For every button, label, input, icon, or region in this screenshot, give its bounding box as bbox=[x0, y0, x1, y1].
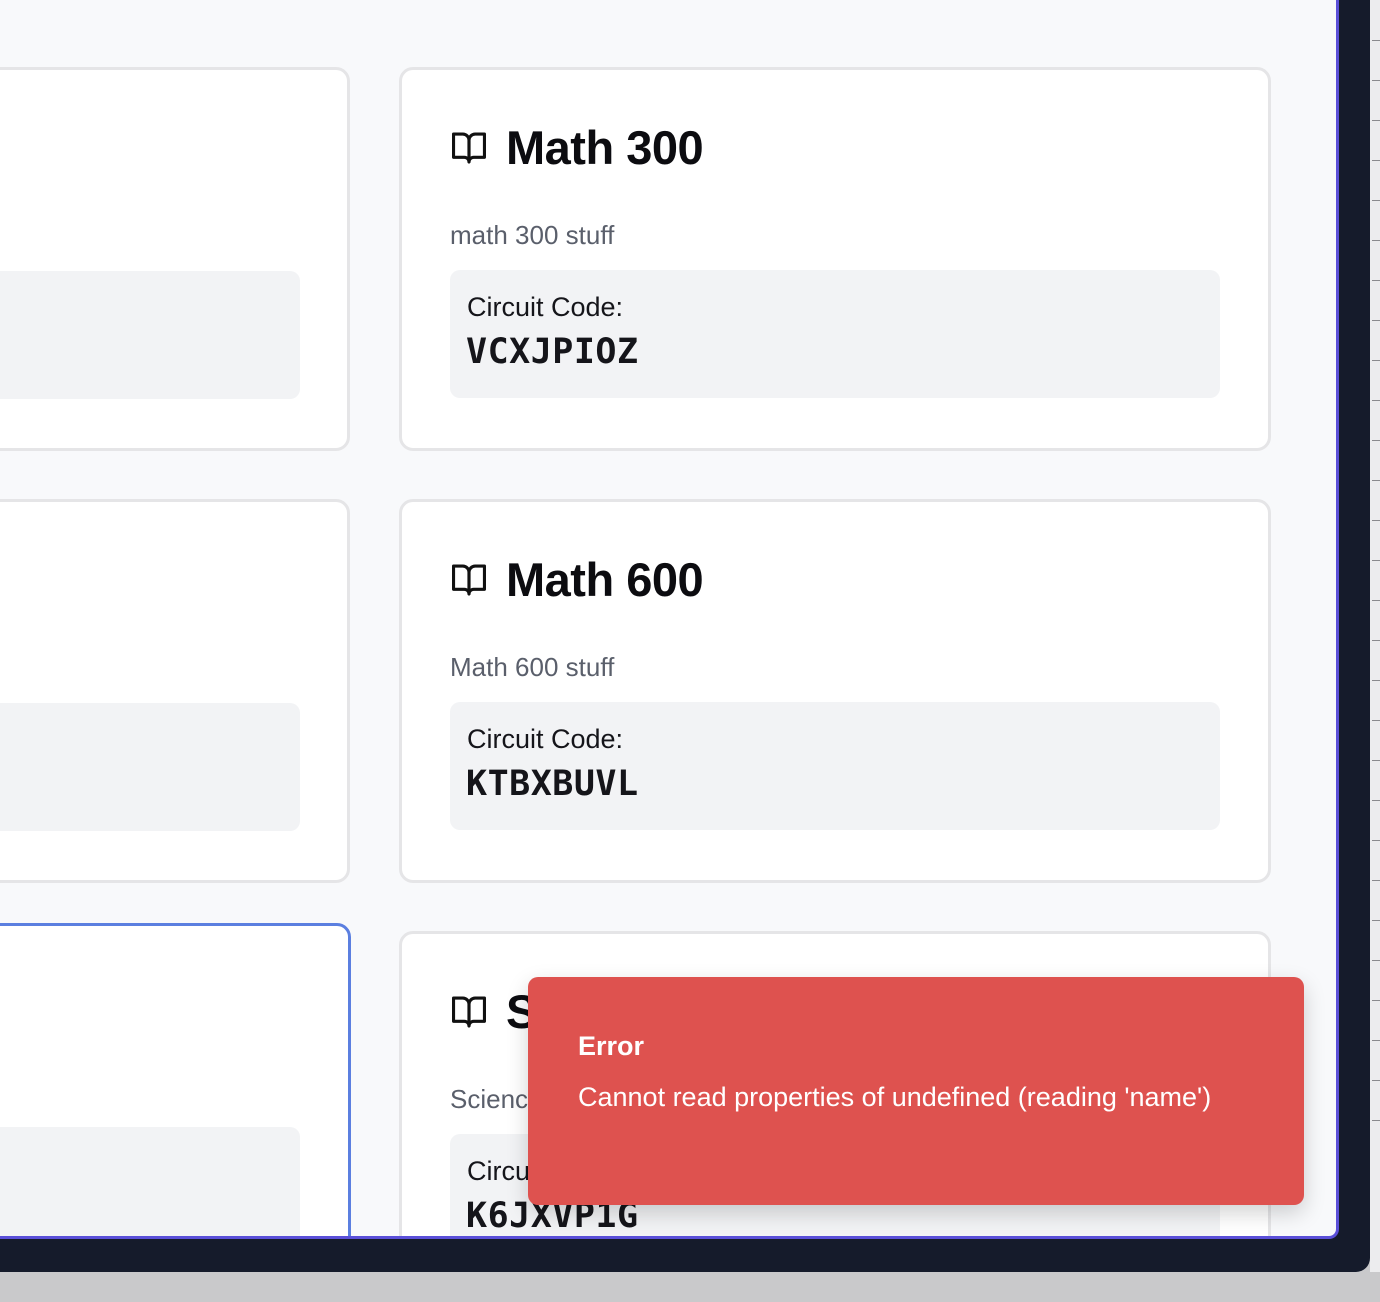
edge-tick bbox=[1372, 760, 1380, 761]
edge-tick bbox=[1372, 960, 1380, 961]
card-header: S bbox=[450, 984, 537, 1039]
course-card-math-300[interactable]: Math 300 math 300 stuff Circuit Code: VC… bbox=[399, 67, 1271, 451]
edge-tick bbox=[1372, 240, 1380, 241]
edge-tick bbox=[1372, 280, 1380, 281]
course-description: math 300 stuff bbox=[450, 220, 615, 250]
circuit-code-label: Circuit Code: bbox=[467, 724, 624, 754]
edge-tick bbox=[1372, 800, 1380, 801]
circuit-code-label: Circu bbox=[467, 1156, 531, 1186]
circuit-code-box bbox=[0, 1127, 300, 1236]
edge-tick bbox=[1372, 1000, 1380, 1001]
background-window-edge bbox=[1370, 0, 1380, 1272]
edge-tick bbox=[1372, 200, 1380, 201]
course-description: Scienc bbox=[450, 1084, 529, 1114]
course-title: Math 300 bbox=[506, 121, 704, 174]
edge-tick bbox=[1372, 520, 1380, 521]
course-title: Math 600 bbox=[506, 553, 704, 606]
book-open-icon bbox=[451, 132, 486, 163]
card-header: Math 600 bbox=[450, 552, 704, 607]
circuit-code-label: Circuit Code: bbox=[467, 292, 624, 322]
circuit-code-value[interactable]: VCXJPIOZ bbox=[466, 332, 639, 372]
book-open-icon bbox=[451, 996, 486, 1027]
edge-tick bbox=[1372, 400, 1380, 401]
book-open-icon bbox=[451, 564, 486, 595]
course-card-left-1[interactable] bbox=[0, 67, 350, 451]
edge-tick bbox=[1372, 40, 1380, 41]
edge-tick bbox=[1372, 720, 1380, 721]
edge-tick bbox=[1372, 160, 1380, 161]
circuit-code-box: Circuit Code: VCXJPIOZ bbox=[450, 270, 1220, 398]
error-toast[interactable]: Error Cannot read properties of undefine… bbox=[528, 977, 1304, 1205]
edge-tick bbox=[1372, 320, 1380, 321]
edge-tick bbox=[1372, 1120, 1380, 1121]
edge-tick bbox=[1372, 360, 1380, 361]
course-card-math-600[interactable]: Math 600 Math 600 stuff Circuit Code: KT… bbox=[399, 499, 1271, 883]
edge-tick bbox=[1372, 640, 1380, 641]
card-header: Math 300 bbox=[450, 120, 704, 175]
circuit-code-box: Circuit Code: KTBXBUVL bbox=[450, 702, 1220, 830]
courses-viewport: Math 300 math 300 stuff Circuit Code: VC… bbox=[0, 0, 1339, 1239]
edge-tick bbox=[1372, 80, 1380, 81]
edge-tick bbox=[1372, 1040, 1380, 1041]
edge-tick bbox=[1372, 680, 1380, 681]
course-card-left-3-selected[interactable] bbox=[0, 923, 351, 1236]
edge-tick bbox=[1372, 840, 1380, 841]
toast-title: Error bbox=[578, 1031, 645, 1061]
circuit-code-box bbox=[0, 703, 300, 831]
edge-tick bbox=[1372, 600, 1380, 601]
edge-tick bbox=[1372, 120, 1380, 121]
edge-tick bbox=[1372, 560, 1380, 561]
course-description: Math 600 stuff bbox=[450, 652, 615, 682]
edge-tick bbox=[1372, 920, 1380, 921]
edge-tick bbox=[1372, 440, 1380, 441]
edge-tick bbox=[1372, 880, 1380, 881]
circuit-code-box bbox=[0, 271, 300, 399]
course-card-left-2[interactable] bbox=[0, 499, 350, 883]
edge-tick bbox=[1372, 1080, 1380, 1081]
edge-tick bbox=[1372, 480, 1380, 481]
circuit-code-value[interactable]: KTBXBUVL bbox=[466, 764, 639, 804]
toast-message: Cannot read properties of undefined (rea… bbox=[578, 1082, 1212, 1112]
